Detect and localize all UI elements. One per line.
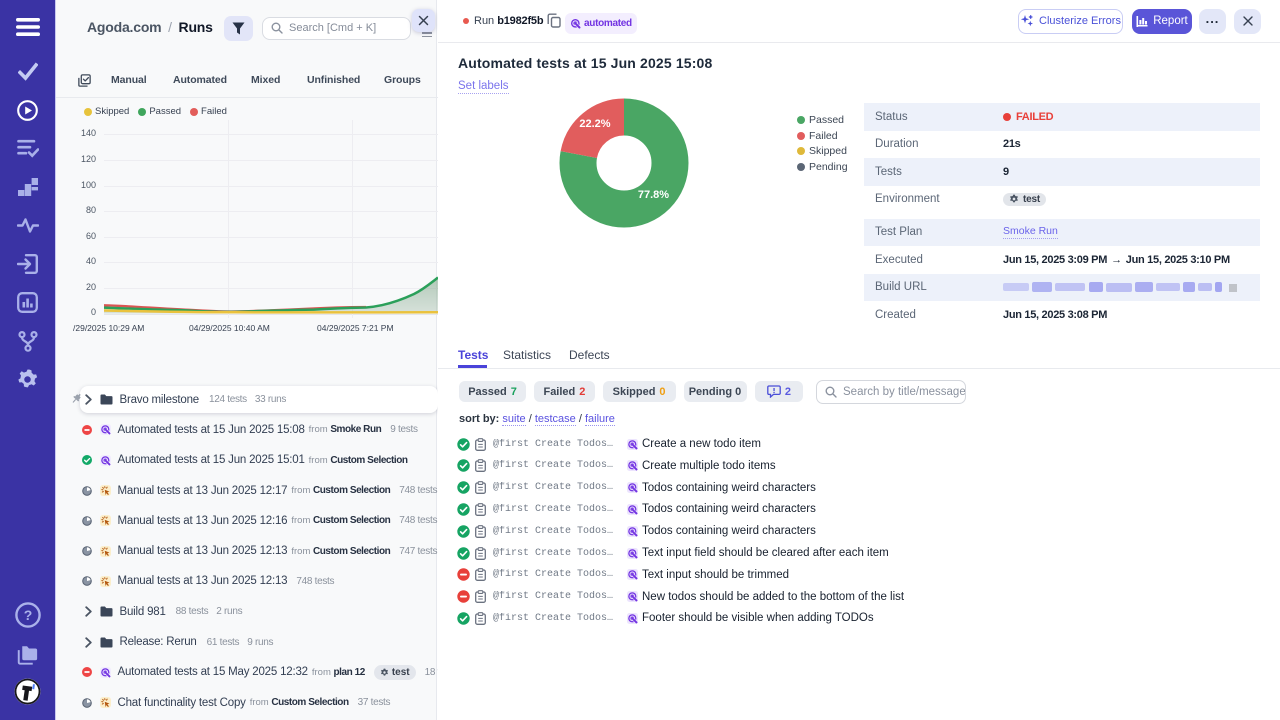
svg-text:77.8%: 77.8% xyxy=(638,189,669,201)
svg-text:?: ? xyxy=(23,607,32,623)
svg-text:22.2%: 22.2% xyxy=(579,118,610,130)
